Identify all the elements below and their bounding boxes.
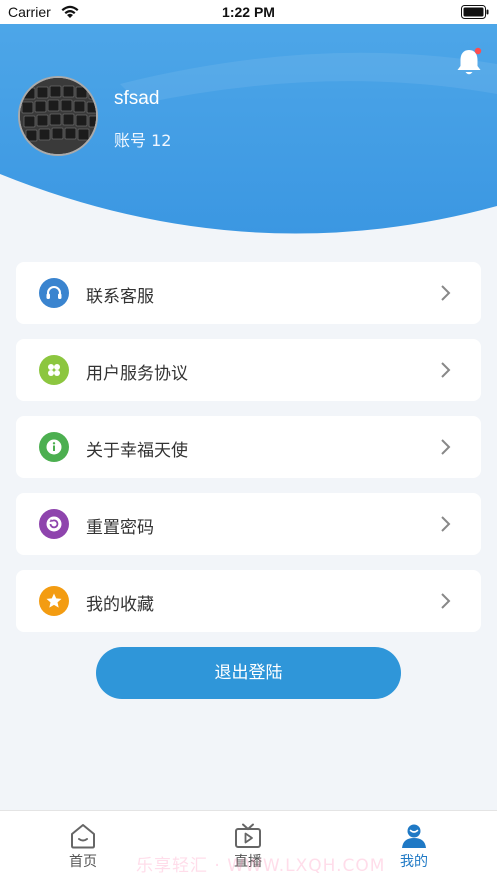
menu-label: 联系客服 <box>86 287 154 307</box>
menu-item-user-agreement[interactable]: 用户服务协议 <box>16 339 481 401</box>
battery-icon <box>461 5 489 19</box>
chevron-right-icon <box>441 516 451 532</box>
tv-icon <box>235 823 261 848</box>
chevron-right-icon <box>441 285 451 301</box>
reset-icon <box>39 509 69 539</box>
user-icon <box>402 824 426 848</box>
menu-item-favorites[interactable]: 我的收藏 <box>16 570 481 632</box>
star-icon <box>39 586 69 616</box>
headset-icon <box>39 278 69 308</box>
watermark: 乐享轻汇 · WWW.LXQH.COM <box>136 856 386 876</box>
menu-label: 重置密码 <box>86 518 154 538</box>
profile-header: sfsad 账号 12 <box>0 24 497 244</box>
bell-icon[interactable] <box>454 46 484 78</box>
menu-label: 我的收藏 <box>86 595 154 615</box>
avatar[interactable] <box>18 76 98 156</box>
grid-icon <box>39 355 69 385</box>
info-icon <box>39 432 69 462</box>
status-bar: Carrier 1:22 PM <box>0 0 497 24</box>
chevron-right-icon <box>441 362 451 378</box>
tab-bar: 首页 直播 我的 乐享轻汇 · WWW.LXQH.COM <box>0 810 497 883</box>
tab-home[interactable]: 首页 <box>23 811 143 883</box>
menu-item-reset-password[interactable]: 重置密码 <box>16 493 481 555</box>
username: sfsad <box>114 88 160 109</box>
clock: 1:22 PM <box>222 4 275 20</box>
menu-label: 用户服务协议 <box>86 364 188 384</box>
tab-label: 首页 <box>69 854 97 870</box>
menu-label: 关于幸福天使 <box>86 441 188 461</box>
logout-button[interactable]: 退出登陆 <box>96 647 401 699</box>
chevron-right-icon <box>441 593 451 609</box>
chevron-right-icon <box>441 439 451 455</box>
home-icon <box>71 824 95 849</box>
menu-item-contact-service[interactable]: 联系客服 <box>16 262 481 324</box>
menu-item-about[interactable]: 关于幸福天使 <box>16 416 481 478</box>
account-number: 账号 12 <box>114 131 172 150</box>
